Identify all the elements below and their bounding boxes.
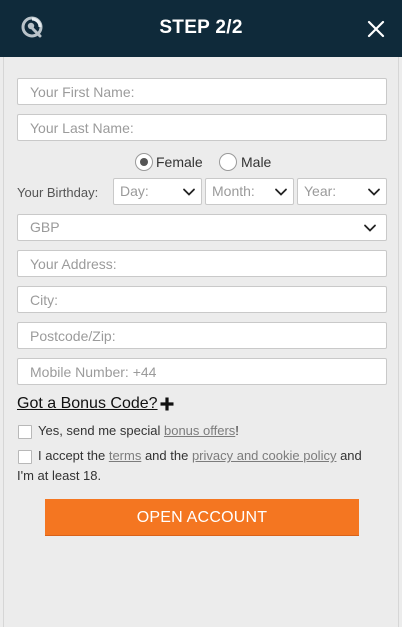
plus-icon[interactable]	[159, 396, 175, 412]
terms-text-mid: and the	[141, 448, 192, 463]
offers-checkbox[interactable]	[18, 425, 32, 439]
male-label: Male	[241, 154, 272, 170]
day-select-value: Day:	[120, 183, 149, 199]
privacy-policy-link[interactable]: privacy and cookie policy	[192, 448, 337, 463]
chevron-down-icon	[368, 188, 380, 196]
mobile-field[interactable]	[17, 358, 387, 385]
day-select[interactable]: Day:	[113, 178, 202, 205]
bonus-offers-link[interactable]: bonus offers	[164, 423, 235, 438]
offers-checkbox-label: Yes, send me special bonus offers!	[38, 421, 239, 441]
close-icon[interactable]	[367, 20, 385, 38]
city-input[interactable]	[30, 287, 386, 312]
first-name-input[interactable]	[30, 79, 386, 104]
month-select[interactable]: Month:	[205, 178, 294, 205]
chevron-down-icon	[275, 188, 287, 196]
address-input[interactable]	[30, 251, 386, 276]
chevron-down-icon	[364, 224, 376, 232]
currency-select-value: GBP	[30, 219, 60, 235]
radio-selected-dot	[140, 158, 148, 166]
offers-text: Yes, send me special	[38, 423, 164, 438]
open-account-button[interactable]: OPEN ACCOUNT	[45, 499, 359, 536]
bonus-code-link[interactable]: Got a Bonus Code?	[17, 394, 158, 414]
female-radio[interactable]	[135, 153, 153, 171]
postcode-field[interactable]	[17, 322, 387, 349]
chevron-down-icon	[183, 188, 195, 196]
terms-text: I accept the	[38, 448, 109, 463]
male-radio[interactable]	[219, 153, 237, 171]
first-name-field[interactable]	[17, 78, 387, 105]
header: STEP 2/2	[0, 0, 402, 57]
city-field[interactable]	[17, 286, 387, 313]
female-label: Female	[156, 154, 203, 170]
birthday-label: Your Birthday:	[17, 185, 99, 200]
currency-select[interactable]: GBP	[17, 214, 387, 241]
year-select-value: Year:	[304, 183, 337, 199]
address-field[interactable]	[17, 250, 387, 277]
year-select[interactable]: Year:	[297, 178, 387, 205]
mobile-input[interactable]	[30, 359, 386, 384]
last-name-input[interactable]	[30, 115, 386, 140]
offers-text-end: !	[235, 423, 239, 438]
last-name-field[interactable]	[17, 114, 387, 141]
terms-checkbox-label: I accept the terms and the privacy and c…	[38, 446, 362, 466]
terms-link[interactable]: terms	[109, 448, 142, 463]
month-select-value: Month:	[212, 183, 255, 199]
terms-text-end: and	[336, 448, 362, 463]
step-title: STEP 2/2	[159, 17, 243, 38]
terms-checkbox[interactable]	[18, 450, 32, 464]
postcode-input[interactable]	[30, 323, 386, 348]
age-confirmation-text: I'm at least 18.	[17, 468, 102, 483]
